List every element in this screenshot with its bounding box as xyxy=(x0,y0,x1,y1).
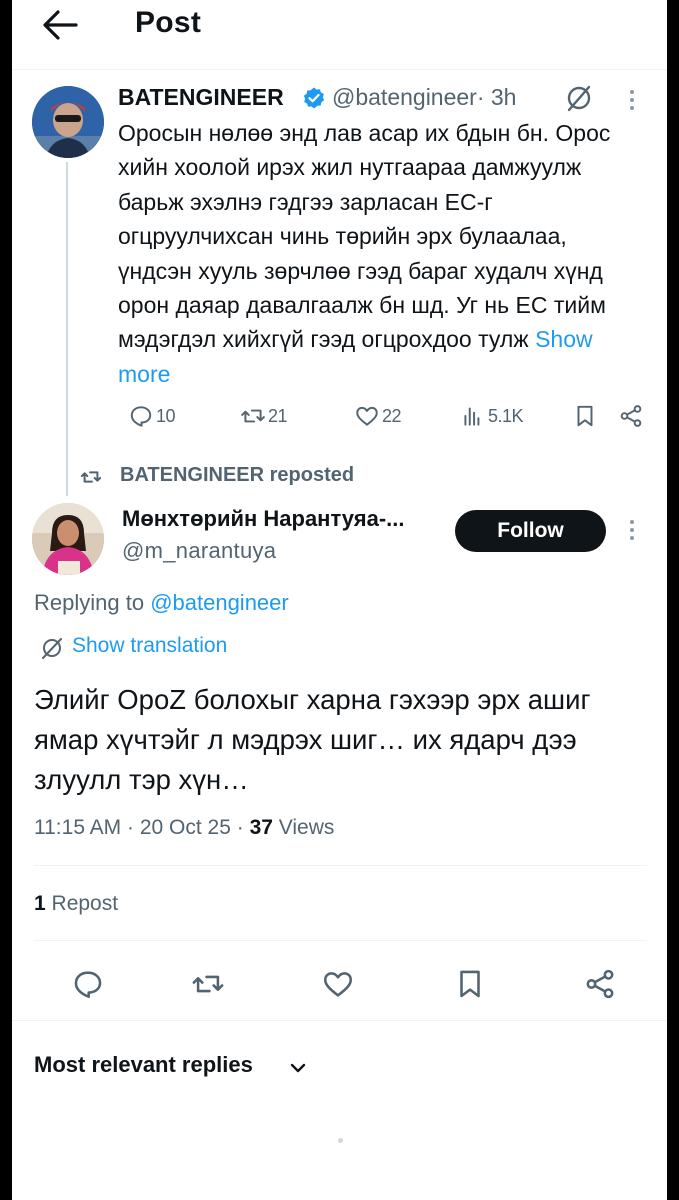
top-bar: Post xyxy=(12,0,667,70)
divider xyxy=(12,1020,667,1021)
grok-icon xyxy=(40,636,64,660)
reply-count: 10 xyxy=(156,405,176,426)
reply-button[interactable]: 10 xyxy=(128,398,176,434)
follow-button[interactable]: Follow xyxy=(455,510,606,552)
bookmark-button[interactable] xyxy=(572,398,598,434)
share-button[interactable] xyxy=(618,398,644,434)
repost-count: 1 xyxy=(34,892,46,915)
repost-button[interactable]: 21 xyxy=(240,398,288,434)
post-page: Post BATENGINEER @batengineer· 3h Оросын… xyxy=(12,0,667,1200)
replying-to: Replying to @batengineer xyxy=(34,590,289,616)
reply-button[interactable] xyxy=(68,964,108,1004)
heart-icon xyxy=(356,406,378,426)
divider xyxy=(34,865,647,866)
analytics-icon xyxy=(464,407,480,426)
tweet-meta: 11:15 AM · 20 Oct 25 · 37 Views xyxy=(34,816,334,840)
more-options-icon[interactable] xyxy=(620,88,644,112)
tweet-timestamp[interactable]: 11:15 AM · 20 Oct 25 · xyxy=(34,816,250,839)
repost-label: Repost xyxy=(45,892,119,915)
repost-icon xyxy=(192,975,224,993)
share-button[interactable] xyxy=(580,964,620,1004)
more-options-icon[interactable] xyxy=(620,518,644,542)
reposted-by-label[interactable]: BATENGINEER reposted xyxy=(120,464,354,487)
reply-icon xyxy=(130,406,152,427)
page-title: Post xyxy=(135,6,202,39)
divider xyxy=(34,940,647,941)
tweet-text: Элийг OpoZ болохыг харна гэхээр эрх ашиг… xyxy=(34,684,591,795)
tweet-body: Оросын нөлөө энд лав асар их бдын бн. Ор… xyxy=(118,120,611,353)
heart-icon xyxy=(323,972,353,997)
bookmark-button[interactable] xyxy=(450,964,490,1004)
avatar[interactable] xyxy=(32,503,104,575)
views-button[interactable]: 5.1K xyxy=(460,398,524,434)
share-icon xyxy=(586,969,614,999)
like-button[interactable] xyxy=(318,964,358,1004)
views-count: 5.1K xyxy=(488,405,524,426)
repost-icon xyxy=(80,466,102,488)
grok-icon[interactable] xyxy=(565,84,593,112)
replying-to-link[interactable]: @batengineer xyxy=(150,590,289,615)
verified-badge-icon xyxy=(302,86,326,110)
reply-icon xyxy=(74,971,102,999)
bookmark-icon xyxy=(577,405,593,427)
share-icon xyxy=(620,405,642,427)
author-handle-time: @batengineer· 3h xyxy=(332,84,516,111)
author-name[interactable]: Мөнхтөрийн Нарантуяа-... xyxy=(122,506,404,532)
replying-prefix: Replying to xyxy=(34,590,151,615)
show-translation-link[interactable]: Show translation xyxy=(72,634,227,658)
views-label: Views xyxy=(272,816,335,839)
chevron-down-icon[interactable] xyxy=(288,1058,308,1078)
arrow-left-icon[interactable] xyxy=(40,8,80,42)
loading-indicator xyxy=(338,1138,343,1143)
tweet-actions: 10 21 22 5.1K xyxy=(118,398,648,434)
author-handle[interactable]: @batengineer xyxy=(332,84,477,110)
repost-summary[interactable]: 1 Repost xyxy=(34,892,118,916)
author-name[interactable]: BATENGINEER xyxy=(118,84,284,111)
tweet-actions xyxy=(12,964,667,1008)
repost-button[interactable] xyxy=(188,964,228,1004)
author-handle[interactable]: @m_narantuya xyxy=(122,538,276,564)
avatar[interactable] xyxy=(32,86,104,158)
like-button[interactable]: 22 xyxy=(354,398,402,434)
reply-sort-label[interactable]: Most relevant replies xyxy=(34,1052,253,1078)
repost-icon xyxy=(241,409,265,423)
bookmark-icon xyxy=(460,970,480,998)
views-count: 37 xyxy=(249,816,273,839)
repost-count: 21 xyxy=(268,405,288,426)
thread-line xyxy=(66,162,68,496)
like-count: 22 xyxy=(382,405,402,426)
tweet-text: Оросын нөлөө энд лав асар их бдын бн. Ор… xyxy=(118,116,638,391)
tweet-time: · 3h xyxy=(476,84,517,110)
